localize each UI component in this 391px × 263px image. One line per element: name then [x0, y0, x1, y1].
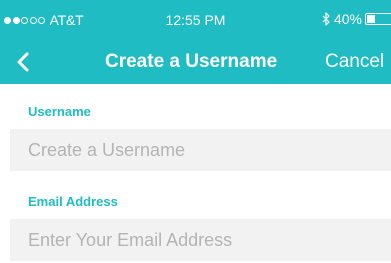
username-label: Username: [28, 104, 91, 119]
email-field-container: [10, 219, 391, 261]
status-right: 40%: [322, 11, 391, 27]
page-title: Create a Username: [105, 51, 278, 72]
battery-level-fill: [367, 15, 375, 23]
navigation-bar: Create a Username Cancel: [0, 40, 391, 84]
status-bar: AT&T 12:55 PM 40%: [0, 0, 391, 40]
battery-percent: 40%: [333, 11, 362, 27]
create-username-screen: AT&T 12:55 PM 40% Create a Username Canc…: [0, 0, 391, 263]
email-input[interactable]: [10, 219, 391, 261]
battery-icon: [365, 13, 391, 25]
username-input[interactable]: [10, 129, 391, 171]
back-button[interactable]: [10, 48, 36, 76]
bluetooth-icon: [322, 12, 330, 26]
username-field-container: [10, 129, 391, 171]
chevron-left-icon: [17, 52, 29, 72]
cancel-button[interactable]: Cancel: [325, 51, 384, 73]
email-label: Email Address: [28, 194, 118, 209]
